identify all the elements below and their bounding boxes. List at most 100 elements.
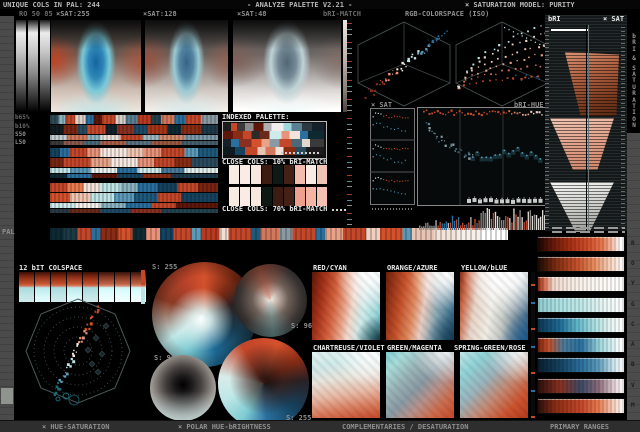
palette-strip bbox=[50, 141, 218, 145]
strip-label-b10: b10% bbox=[15, 123, 30, 130]
indexed-palette-title: INDEXED PALETTE: bbox=[222, 113, 290, 121]
rgb-cube-left bbox=[357, 21, 451, 107]
palette-swatch bbox=[284, 165, 294, 184]
rgb-cube-right bbox=[455, 21, 550, 107]
pal-label: PAL bbox=[2, 228, 15, 236]
polar-sphere-s96-bottom bbox=[150, 355, 216, 421]
sat-255-label: ×SAT:255 bbox=[56, 10, 90, 18]
palette-strip bbox=[50, 203, 218, 208]
range-letter-o: O bbox=[631, 260, 635, 267]
footer-primary-ranges: PRIMARY RANGES bbox=[550, 423, 610, 431]
range-bar-violet bbox=[537, 378, 625, 394]
palette-swatch bbox=[262, 165, 272, 184]
close-cols-row-1 bbox=[229, 165, 327, 184]
sphere-label-1: S: 255 bbox=[152, 263, 178, 271]
palette-strip bbox=[50, 209, 218, 213]
comp-title-yellow-blue: YELLOW/bLUE bbox=[461, 264, 508, 272]
comp-title-orange-azure: ORANGE/AZURE bbox=[387, 264, 438, 272]
comp-panel-yellow-blue bbox=[460, 272, 528, 340]
indexed-row bbox=[223, 139, 324, 147]
comp-panel-red-cyan bbox=[312, 272, 380, 340]
sphere-label-2: S: 96 bbox=[291, 322, 313, 330]
strip-label-s50: S50 bbox=[15, 131, 26, 138]
palette-swatch bbox=[229, 165, 239, 184]
range-bar-magenta bbox=[537, 398, 625, 414]
palette-swatch bbox=[251, 187, 261, 206]
brihue-scatter-panel bbox=[417, 107, 546, 206]
comp-title-chartreuse-violet: CHARTREUSE/VIOLET bbox=[313, 344, 385, 352]
palette-swatch bbox=[284, 187, 294, 206]
comp-panel-green-magenta bbox=[386, 352, 454, 418]
range-bar-orange bbox=[537, 256, 625, 272]
strip-label-l50: L50 bbox=[15, 139, 26, 146]
comp-panel-orange-azure bbox=[386, 272, 454, 340]
indexed-cursor-dots bbox=[281, 152, 321, 154]
range-letter-y: Y bbox=[631, 280, 635, 287]
analyze-palette-app: UNIQUE COLS IN PAL: 244 - ANALYZE PALETT… bbox=[0, 0, 640, 432]
range-letter-c: C bbox=[631, 321, 635, 328]
footer-polar-hue-brightness: × POLAR HUE-bRIGHTNESS bbox=[178, 423, 271, 431]
comp-title-red-cyan: RED/CYAN bbox=[313, 264, 347, 272]
palette-swatch bbox=[306, 165, 316, 184]
sat-48-label: ×SAT:48 bbox=[237, 10, 267, 18]
colspace-title: 12 bIT COLSPACE bbox=[19, 264, 83, 272]
range-bar-yellow bbox=[537, 276, 625, 292]
sat-scatter-panel bbox=[370, 108, 415, 205]
comp-panel-chartreuse-violet bbox=[312, 352, 380, 418]
sat-column-label: × SAT bbox=[603, 15, 625, 23]
range-letter-b: B bbox=[631, 361, 635, 368]
palette-strip bbox=[50, 168, 218, 173]
footer-hue-saturation: × HUE-SATURATION bbox=[42, 423, 110, 431]
comp-title-green-magenta: GREEN/MAGENTA bbox=[387, 344, 442, 352]
strip-label-b65: b65% bbox=[15, 114, 30, 121]
sat-field-255 bbox=[51, 20, 141, 112]
unique-cols-count: UNIQUE COLS IN PAL: 244 bbox=[3, 1, 100, 9]
status-bar: × HUE-SATURATION × POLAR HUE-bRIGHTNESS … bbox=[0, 420, 640, 432]
close-cols-70-label: CLOSE COLS: 70% bRI-MATCH bbox=[222, 205, 328, 213]
range-bar-azure bbox=[537, 337, 625, 353]
palette-strip bbox=[50, 115, 218, 124]
sat-128-label: ×SAT:128 bbox=[143, 10, 177, 18]
ramp-values-label: RO 50 85 bbox=[19, 10, 53, 18]
palette-strip bbox=[50, 158, 218, 167]
palette-swatch bbox=[229, 187, 239, 206]
hue-saturation-polar-plot bbox=[25, 298, 131, 406]
range-letter-v: V bbox=[631, 382, 635, 389]
title-bar: UNIQUE COLS IN PAL: 244 - ANALYZE PALETT… bbox=[0, 0, 640, 9]
peak-marker bbox=[551, 29, 589, 31]
comp-panel-spring-green-rose bbox=[460, 352, 528, 418]
bri-match-label: bRI-MATCH bbox=[323, 10, 361, 18]
brihue-histogram bbox=[419, 208, 546, 230]
comp-edge-strip bbox=[531, 272, 535, 418]
range-letter-a: A bbox=[631, 341, 635, 348]
range-letter-m: M bbox=[631, 402, 635, 409]
bri-saturation-vertical-label: b R I & S A T U R A T I O N bbox=[632, 33, 636, 130]
palette-swatch bbox=[317, 165, 327, 184]
saturation-model: × SATURATION MODEL: PURITY bbox=[465, 1, 575, 9]
palette-strip bbox=[50, 148, 218, 157]
app-title: - ANALYZE PALETTE V2.21 - bbox=[247, 1, 353, 9]
range-bar-red bbox=[537, 236, 625, 252]
sat-field-48 bbox=[233, 20, 341, 112]
palette-swatch bbox=[273, 165, 283, 184]
comp-title-spring-green-rose: SPRING-GREEN/ROSE bbox=[454, 344, 526, 352]
palette-strip bbox=[50, 193, 218, 202]
indexed-row bbox=[223, 131, 324, 139]
rgb-colorspace-title: RGB-COLORSPACE (ISO) bbox=[405, 10, 490, 18]
palette-strip bbox=[50, 174, 218, 178]
palette-swatch bbox=[306, 187, 316, 206]
palette-swatch bbox=[262, 187, 272, 206]
palette-swatch bbox=[240, 165, 250, 184]
palette-swatch bbox=[240, 187, 250, 206]
range-letter-r: R bbox=[631, 240, 635, 247]
bri-sat-histogram-panel: bRI × SAT bbox=[545, 15, 627, 232]
sphere-legend-bar bbox=[141, 270, 145, 304]
palette-strip bbox=[50, 135, 218, 140]
palette-swatch bbox=[251, 165, 261, 184]
palette-swatch bbox=[317, 187, 327, 206]
gray-ramp-2 bbox=[28, 20, 38, 112]
palette-swatch bbox=[295, 165, 305, 184]
palette-swatch bbox=[295, 187, 305, 206]
right-tick-column bbox=[621, 27, 625, 231]
bri-column-label: bRI bbox=[548, 15, 561, 23]
